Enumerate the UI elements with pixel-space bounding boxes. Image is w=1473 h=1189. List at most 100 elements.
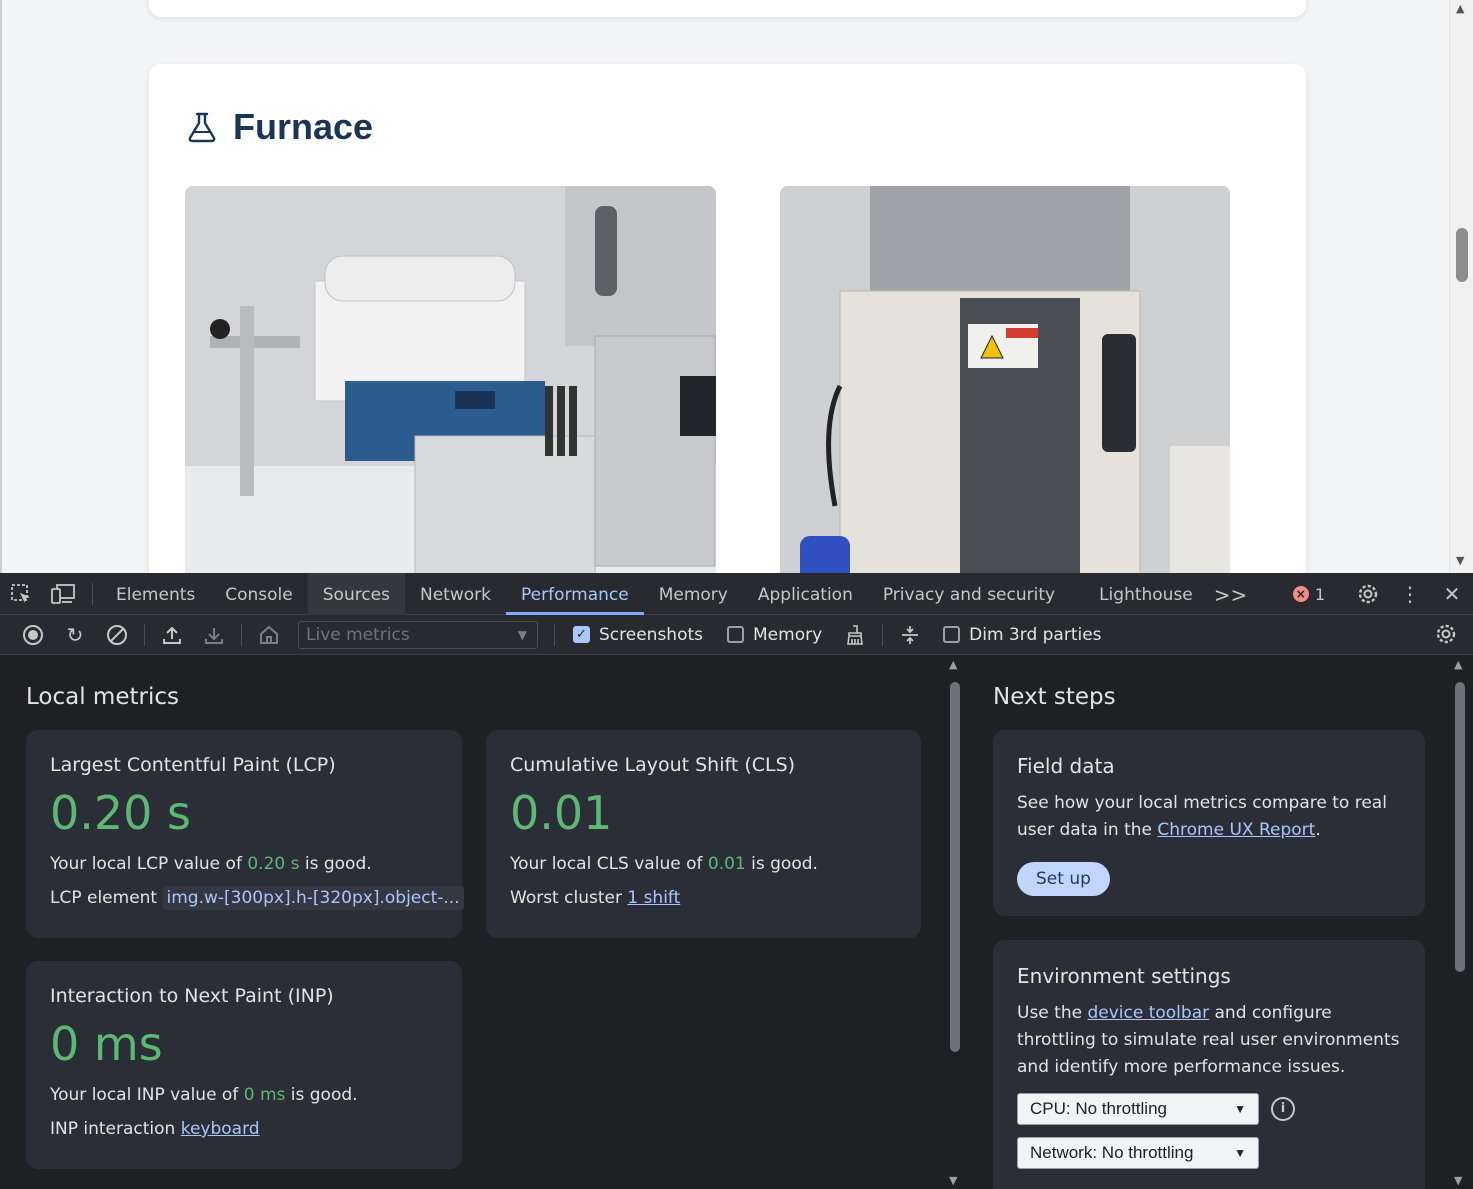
previous-card xyxy=(149,0,1306,17)
dim-3rd-parties-label: Dim 3rd parties xyxy=(969,624,1102,645)
cls-description: Your local CLS value of 0.01 is good. xyxy=(510,854,897,874)
scroll-down-arrow-icon[interactable]: ▼ xyxy=(1456,554,1464,567)
screenshots-label: Screenshots xyxy=(599,624,704,645)
collapse-tracks-icon[interactable] xyxy=(889,624,931,646)
checkbox-unchecked-icon[interactable] xyxy=(943,626,961,643)
record-icon[interactable] xyxy=(12,624,54,646)
inp-interaction-link[interactable]: keyboard xyxy=(181,1119,260,1139)
cls-card: Cumulative Layout Shift (CLS) 0.01 Your … xyxy=(486,730,921,938)
tab-console[interactable]: Console xyxy=(210,573,308,615)
cls-desc-suffix: is good. xyxy=(745,854,818,874)
device-toolbar-link[interactable]: device toolbar xyxy=(1087,1003,1209,1023)
lcp-element-link[interactable]: img.w-[300px].h-[320px].object-... xyxy=(162,886,464,910)
performance-toolbar: ↻ Live metrics ▼ ✓ Screenshots Memory Di… xyxy=(0,615,1473,655)
lcp-value: 0.20 s xyxy=(50,786,192,840)
local-metrics-title: Local metrics xyxy=(26,684,179,710)
lcp-description: Your local LCP value of 0.20 s is good. xyxy=(50,854,438,874)
inp-description: Your local INP value of 0 ms is good. xyxy=(50,1085,438,1105)
chevron-down-icon: ▼ xyxy=(1234,1102,1246,1116)
cpu-throttling-select[interactable]: CPU: No throttling ▼ xyxy=(1017,1093,1259,1125)
next-steps-scrollbar[interactable]: ▲ ▼ xyxy=(1449,656,1473,1189)
page-scrollbar[interactable]: ▲ ▼ xyxy=(1449,0,1473,573)
cls-cluster-label: Worst cluster xyxy=(510,888,628,908)
tab-lighthouse[interactable]: Lighthouse xyxy=(1084,573,1208,615)
lcp-desc-suffix: is good. xyxy=(299,854,372,874)
scroll-up-arrow-icon[interactable]: ▲ xyxy=(949,658,957,671)
cls-cluster-link[interactable]: 1 shift xyxy=(627,888,680,908)
field-data-title: Field data xyxy=(1017,754,1115,778)
toolbar-separator xyxy=(554,623,555,646)
page-scroll-thumb[interactable] xyxy=(1456,228,1468,282)
scroll-down-arrow-icon[interactable]: ▼ xyxy=(949,1174,957,1187)
inp-desc-prefix: Your local INP value of xyxy=(50,1085,244,1105)
capture-settings-gear-icon[interactable] xyxy=(1435,623,1457,650)
dim-3rd-parties-checkbox[interactable]: Dim 3rd parties xyxy=(943,624,1102,645)
cls-desc-value: 0.01 xyxy=(707,854,746,874)
performance-landing: Local metrics Largest Contentful Paint (… xyxy=(0,656,1473,1189)
tab-memory[interactable]: Memory xyxy=(644,573,743,615)
download-profile-icon[interactable] xyxy=(193,624,235,646)
chevron-down-icon: ▼ xyxy=(517,627,527,642)
cpu-throttle-row: CPU: No throttling ▼ i xyxy=(1017,1081,1401,1125)
inp-interaction-label: INP interaction xyxy=(50,1119,181,1139)
local-metrics-pane: Local metrics Largest Contentful Paint (… xyxy=(0,656,944,1189)
field-data-text-suffix: . xyxy=(1315,820,1321,840)
clear-icon[interactable] xyxy=(96,624,138,646)
info-icon[interactable]: i xyxy=(1271,1097,1295,1121)
next-steps-title: Next steps xyxy=(993,684,1116,710)
furnace-photo-2[interactable] xyxy=(780,186,1230,573)
tab-sources[interactable]: Sources xyxy=(307,572,405,615)
tab-performance[interactable]: Performance xyxy=(505,573,644,615)
close-devtools-icon[interactable]: ✕ xyxy=(1431,582,1473,606)
furnace-card: Furnace xyxy=(149,64,1306,573)
error-icon: × xyxy=(1292,586,1309,602)
environment-settings-title: Environment settings xyxy=(1017,964,1231,988)
lcp-desc-prefix: Your local LCP value of xyxy=(50,854,248,874)
set-up-button[interactable]: Set up xyxy=(1017,862,1110,896)
local-metrics-scrollbar[interactable]: ▲ ▼ xyxy=(944,656,966,1189)
furnace-photo-1[interactable] xyxy=(185,186,716,573)
checkbox-unchecked-icon[interactable] xyxy=(727,626,745,643)
network-throttling-select[interactable]: Network: No throttling ▼ xyxy=(1017,1137,1259,1169)
local-metrics-scroll-thumb[interactable] xyxy=(950,682,960,1052)
tab-elements[interactable]: Elements xyxy=(101,573,210,615)
chrome-ux-report-link[interactable]: Chrome UX Report xyxy=(1157,820,1315,840)
screenshots-checkbox[interactable]: ✓ Screenshots xyxy=(573,625,703,645)
scroll-up-arrow-icon[interactable]: ▲ xyxy=(1456,2,1464,15)
inp-value: 0 ms xyxy=(50,1017,163,1071)
next-steps-scroll-thumb[interactable] xyxy=(1455,682,1465,972)
scroll-down-arrow-icon[interactable]: ▼ xyxy=(1454,1174,1462,1187)
devtools-panel: Elements Console Sources Network Perform… xyxy=(0,572,1473,1189)
live-metrics-select[interactable]: Live metrics ▼ xyxy=(298,620,538,649)
settings-gear-icon[interactable] xyxy=(1347,583,1389,605)
field-data-text: See how your local metrics compare to re… xyxy=(1017,790,1401,844)
checkbox-checked-icon[interactable]: ✓ xyxy=(573,626,590,643)
error-counter[interactable]: × 1 xyxy=(1292,585,1325,604)
upload-profile-icon[interactable] xyxy=(151,624,193,646)
cls-value: 0.01 xyxy=(510,786,613,840)
scroll-up-arrow-icon[interactable]: ▲ xyxy=(1454,658,1462,671)
field-data-card: Field data See how your local metrics co… xyxy=(993,730,1425,916)
garbage-collect-broom-icon[interactable] xyxy=(834,624,876,646)
tab-privacy-security[interactable]: Privacy and security xyxy=(868,573,1070,615)
inspect-element-icon[interactable] xyxy=(0,573,42,615)
environment-settings-text: Use the device toolbar and configure thr… xyxy=(1017,1000,1401,1081)
more-tabs-chevron-icon[interactable]: >> xyxy=(1208,573,1254,615)
section-title: Furnace xyxy=(233,106,374,147)
lcp-desc-value: 0.20 s xyxy=(247,854,300,874)
cpu-throttling-value: CPU: No throttling xyxy=(1030,1099,1167,1118)
tabbar-separator xyxy=(92,582,93,605)
more-options-kebab-icon[interactable]: ⋮ xyxy=(1389,582,1431,606)
inp-card: Interaction to Next Paint (INP) 0 ms You… xyxy=(26,961,462,1169)
tab-network[interactable]: Network xyxy=(405,573,506,615)
home-icon[interactable] xyxy=(248,624,290,646)
cls-cluster-row: Worst cluster 1 shift xyxy=(510,888,897,908)
device-toolbar-icon[interactable] xyxy=(42,573,84,615)
inp-desc-suffix: is good. xyxy=(285,1085,358,1105)
inp-desc-value: 0 ms xyxy=(243,1085,286,1105)
memory-checkbox[interactable]: Memory xyxy=(727,625,822,645)
next-steps-pane: Next steps Field data See how your local… xyxy=(969,656,1447,1189)
cls-desc-prefix: Your local CLS value of xyxy=(510,854,708,874)
reload-record-icon[interactable]: ↻ xyxy=(54,623,96,647)
tab-application[interactable]: Application xyxy=(743,573,868,615)
